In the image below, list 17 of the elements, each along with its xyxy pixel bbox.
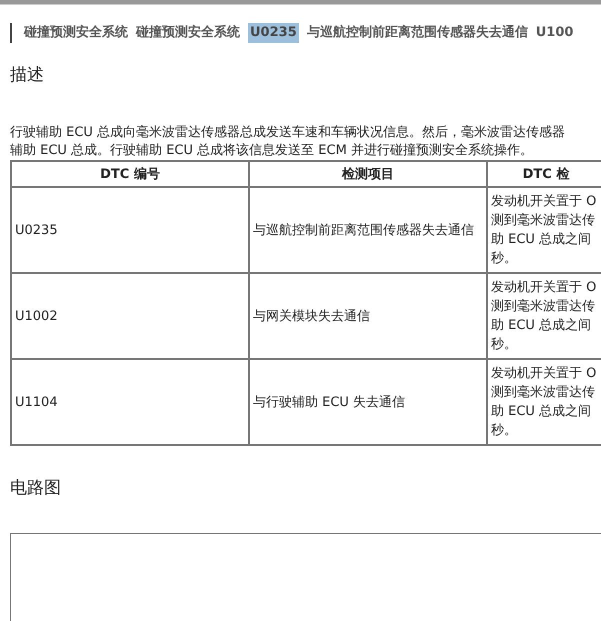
column-header: DTC 编号 [11,161,249,187]
table-cell: 与网关模块失去通信 [249,273,487,359]
breadcrumb-link[interactable]: U0235 [248,23,299,43]
table-cell: U1104 [11,359,249,445]
description-paragraph: 行驶辅助 ECU 总成向毫米波雷达传感器总成发送车速和车辆状况信息。然后，毫米波雷达传感器 辅助 ECU 总成。行驶辅助 ECU 总成将该信息发送至 ECM 并进行碰撞预测安全系统操作。 [10,124,566,160]
table-cell: U0235 [11,187,249,273]
breadcrumb-link[interactable]: U100 [536,23,574,43]
breadcrumb-link[interactable]: 碰撞预测安全系统 [24,23,128,43]
table-cell: 与巡航控制前距离范围传感器失去通信 [249,187,487,273]
column-header: DTC 检 [487,161,601,187]
table-cell: U1002 [11,273,249,359]
section-heading: 描述 [10,64,45,86]
breadcrumb-link[interactable]: 与巡航控制前距离范围传感器失去通信 [306,23,528,43]
column-header: 检测项目 [249,161,487,187]
table-cell: 与行驶辅助 ECU 失去通信 [249,359,487,445]
breadcrumb-link[interactable]: 碰撞预测安全系统 [136,23,240,43]
section-heading: 电路图 [10,477,62,499]
